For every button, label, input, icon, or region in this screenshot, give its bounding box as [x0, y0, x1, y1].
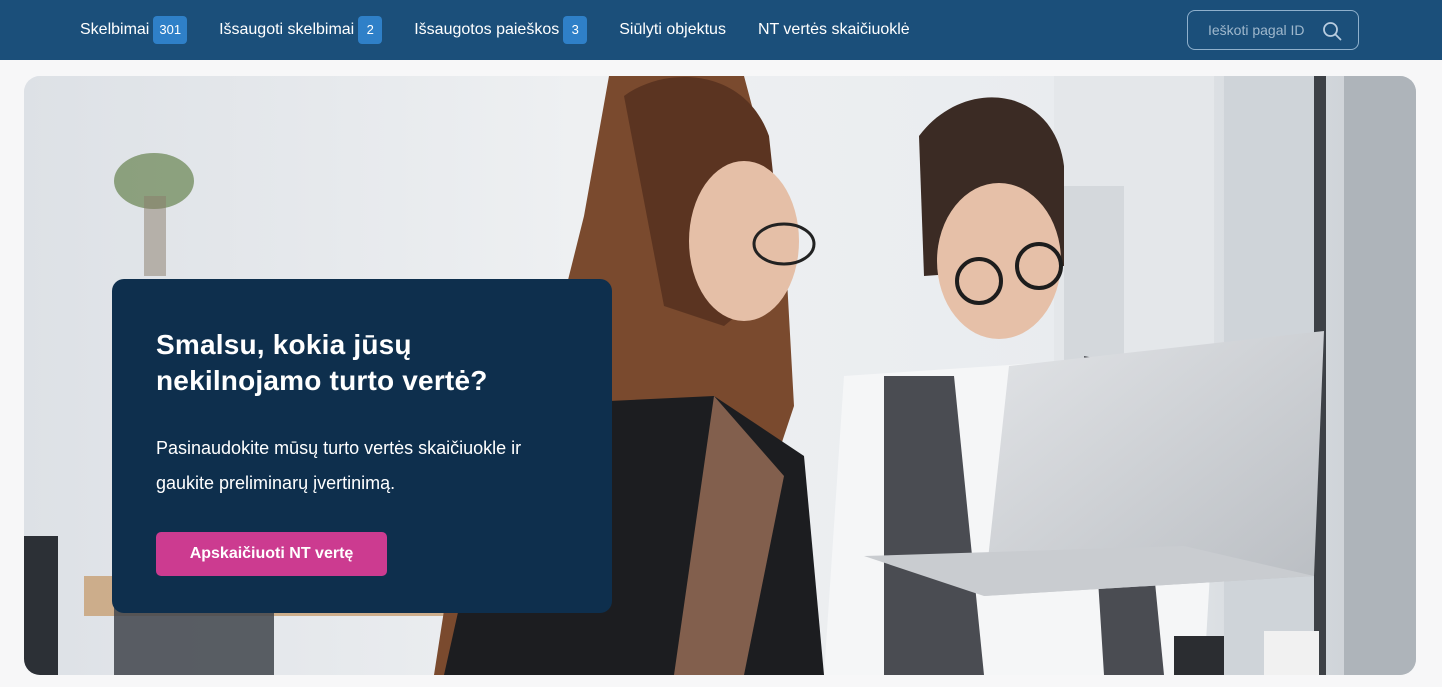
- nav-item-value-calculator[interactable]: NT vertės skaičiuoklė: [758, 21, 910, 39]
- promo-description: Pasinaudokite mūsų turto vertės skaičiuo…: [156, 438, 522, 493]
- search-icon[interactable]: [1322, 21, 1342, 41]
- nav-item-offer-objects[interactable]: Siūlyti objektus: [619, 21, 726, 39]
- search-by-id-box: [1187, 10, 1359, 50]
- top-navigation-bar: Skelbimai 301 Išsaugoti skelbimai 2 Išsa…: [0, 0, 1442, 60]
- nav-item-label: Išsaugotos paieškos: [414, 21, 560, 38]
- search-input[interactable]: [1208, 22, 1318, 38]
- nav-item-label: Skelbimai: [80, 21, 150, 38]
- hero-banner: Smalsu, kokia jūsų nekilnojamo turto ver…: [24, 76, 1416, 675]
- count-badge: 3: [563, 16, 588, 44]
- count-badge: 2: [358, 16, 383, 44]
- valuation-promo-card: Smalsu, kokia jūsų nekilnojamo turto ver…: [112, 279, 612, 613]
- promo-title: Smalsu, kokia jūsų nekilnojamo turto ver…: [156, 329, 488, 396]
- main-nav: Skelbimai 301 Išsaugoti skelbimai 2 Išsa…: [80, 0, 942, 60]
- nav-item-saved-listings[interactable]: Išsaugoti skelbimai 2: [219, 16, 383, 44]
- nav-item-saved-searches[interactable]: Išsaugotos paieškos 3: [414, 16, 588, 44]
- nav-item-skelbimai[interactable]: Skelbimai 301: [80, 16, 188, 44]
- calculate-value-button[interactable]: Apskaičiuoti NT vertę: [156, 532, 387, 576]
- nav-item-label: NT vertės skaičiuoklė: [757, 21, 910, 38]
- nav-item-label: Išsaugoti skelbimai: [219, 21, 355, 38]
- count-badge: 301: [153, 16, 188, 44]
- nav-item-label: Siūlyti objektus: [619, 21, 726, 38]
